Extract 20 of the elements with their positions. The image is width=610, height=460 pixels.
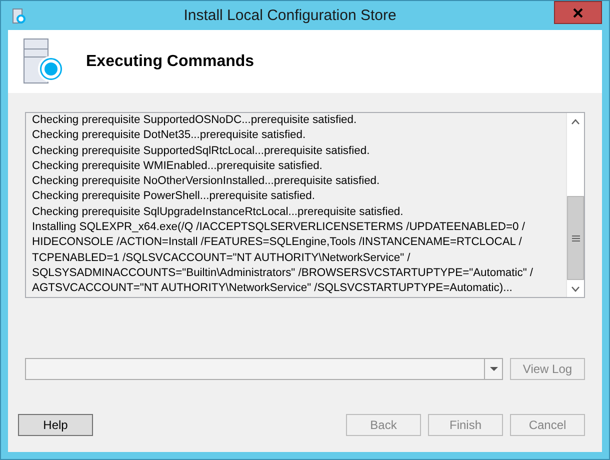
log-line: Installing SQLEXPR_x64.exe(/Q /IACCEPTSQLSERVERLICENSETERMS /UPDATEENABLED=0 / HIDECONSOLE /ACTION=Install /FEATURES=SQLEngine,Tools /INSTANCENAME=RTCLOCAL / TCPENABLED=1 /SQLSVCACCOUNT="NT AUTHORITY\NetworkService" / SQLSYSADMINACCOUNTS="Builtin\Administrators" /BROWSERSVCSTARTUPTYPE="Automatic" / AGTSVCACCOUNT="NT AUTHORITY\NetworkService" /SQLSVCSTARTUPTYPE=Automatic)... (32, 220, 534, 296)
dropdown-caret-icon[interactable] (490, 367, 498, 371)
log-line: Checking prerequisite WMIEnabled...prerequisite satisfied. (32, 158, 324, 174)
log-line: Checking prerequisite SupportedSqlRtcLocal...prerequisite satisfied. (32, 144, 371, 159)
app-icon (10, 8, 26, 24)
log-line: Checking prerequisite SqlUpgradeInstanceRtcLocal...prerequisite satisfied. (32, 204, 404, 220)
page-heading: Executing Commands (86, 52, 254, 70)
log-line: Checking prerequisite SupportedOSNoDC...prerequisite satisfied. (32, 113, 358, 128)
scrollbar[interactable] (566, 113, 584, 297)
grip-icon (572, 234, 580, 242)
log-line: Checking prerequisite DotNet35...prerequisite satisfied. (32, 128, 307, 144)
close-icon[interactable] (573, 8, 583, 18)
scroll-down-icon[interactable] (571, 286, 580, 292)
log-line: Checking prerequisite PowerShell...prerequisite satisfied. (32, 189, 316, 204)
scroll-thumb[interactable] (567, 196, 584, 280)
log-line: Checking prerequisite NoOtherVersionInstalled...prerequisite satisfied. (32, 174, 381, 190)
dialog-button[interactable]: Help (18, 414, 93, 436)
window-title: Install Local Configuration Store (182, 7, 398, 24)
scroll-up-icon[interactable] (571, 118, 580, 124)
close-button[interactable] (554, 1, 602, 24)
